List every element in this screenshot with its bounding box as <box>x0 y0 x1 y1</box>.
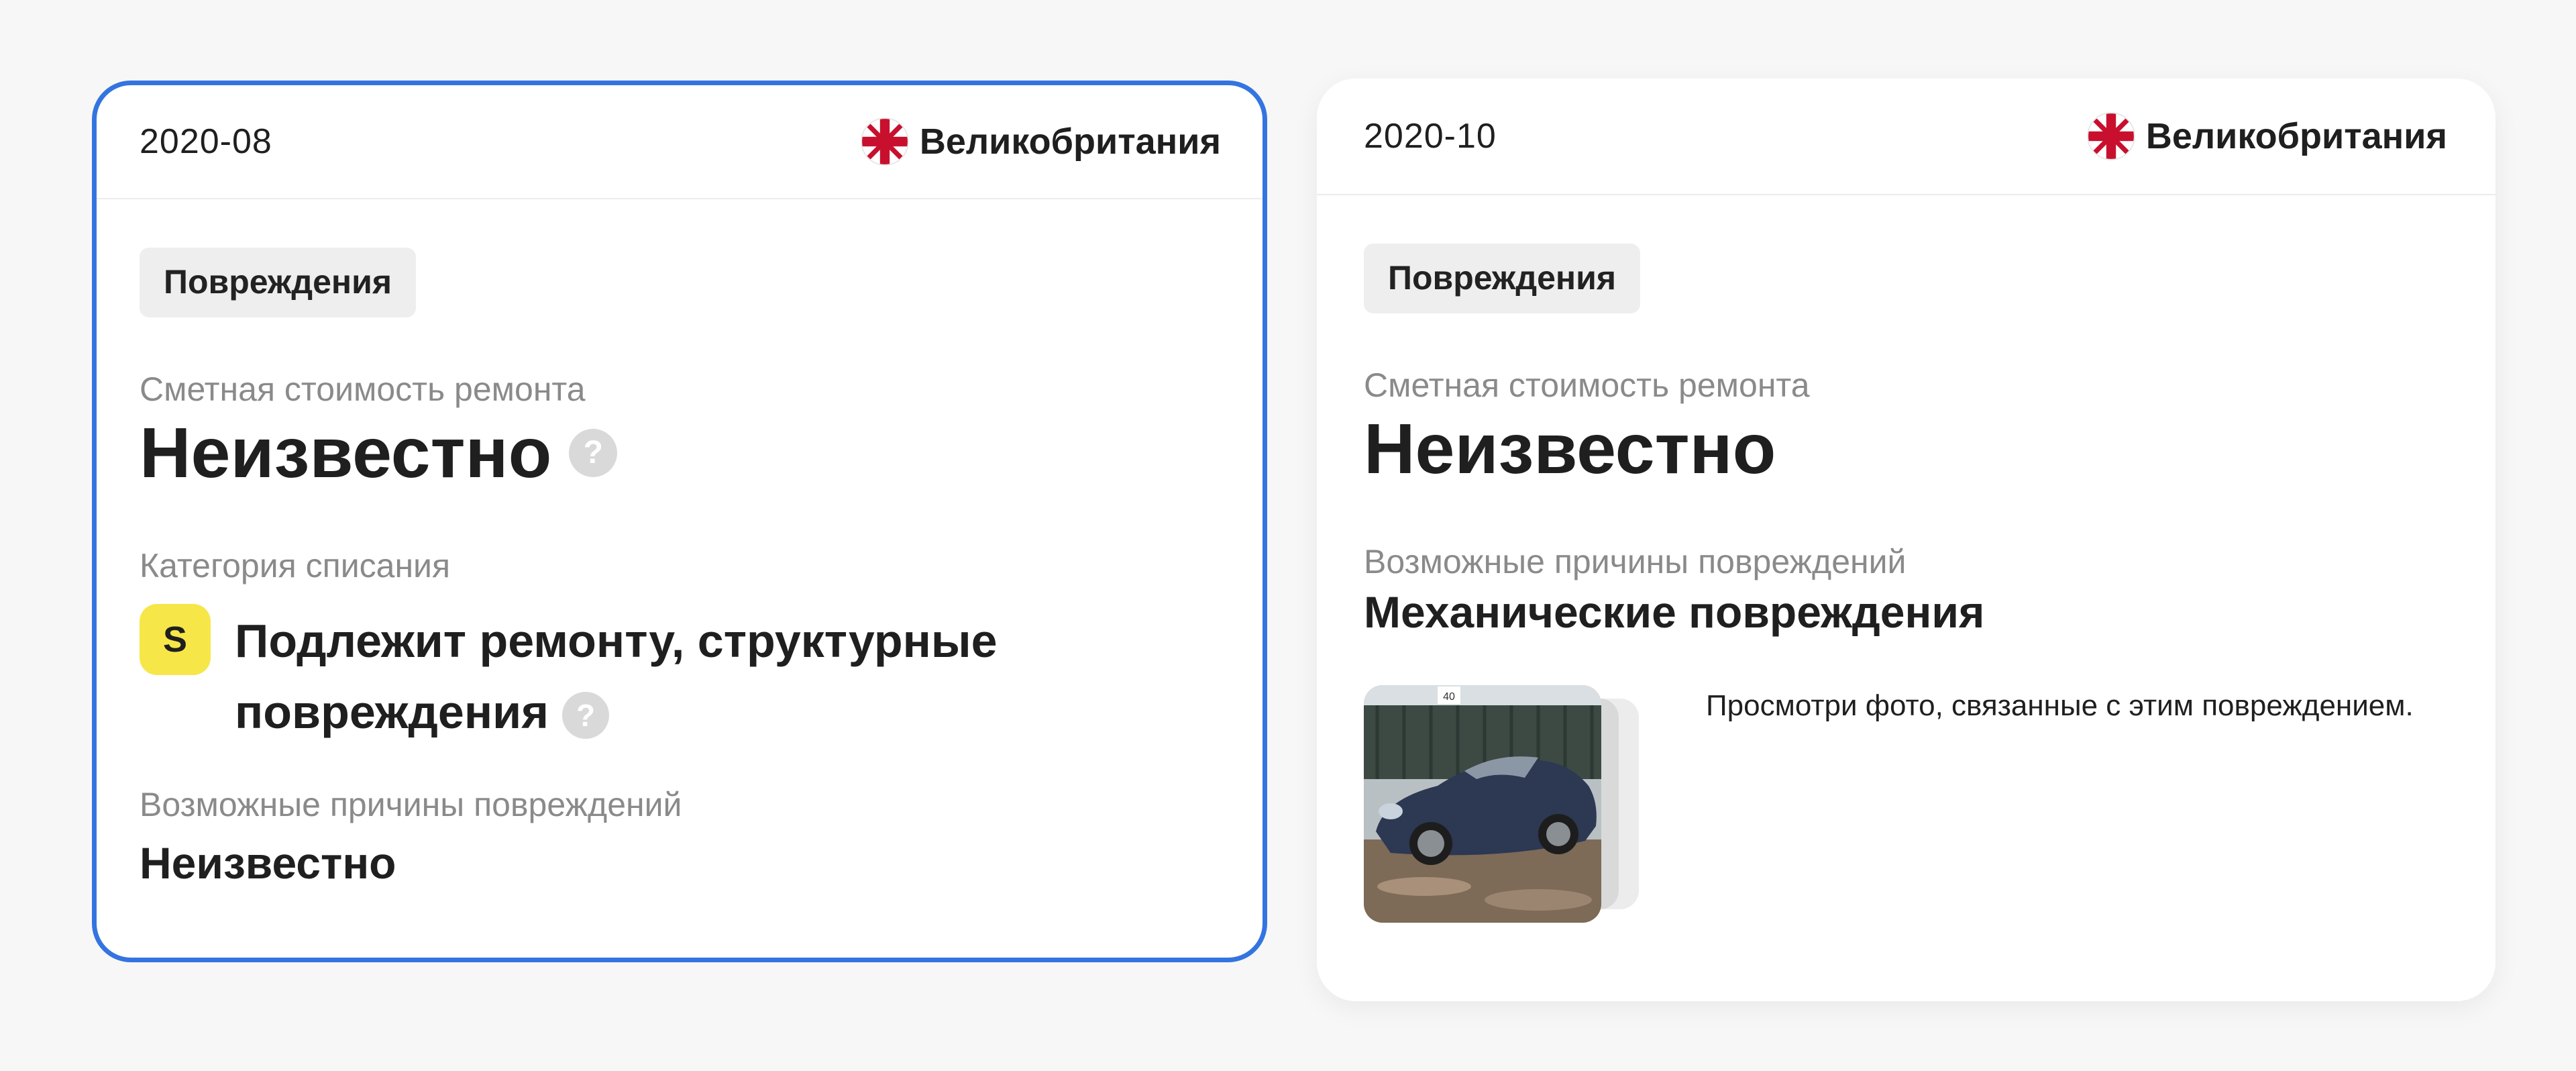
damage-photos: 40 Просмотри фото, связанные с этим повр… <box>1364 685 2449 923</box>
damage-chip: Повреждения <box>140 248 417 317</box>
damage-card-2020-08[interactable]: 2020-08 Великобритания Повреждения Сметн… <box>92 81 1267 962</box>
causes-label: Возможные причины повреждений <box>140 785 682 823</box>
repair-cost-value: Неизвестно ? <box>140 414 1220 493</box>
writeoff-category: S Подлежит ремонту, структурные поврежде… <box>140 603 1220 748</box>
damage-card-2020-10[interactable]: 2020-10 Великобритания Повреждения Сметн… <box>1317 79 2496 1001</box>
damage-chip: Повреждения <box>1364 244 1641 313</box>
card-header: 2020-10 Великобритания <box>1317 79 2496 195</box>
country: Великобритания <box>2087 112 2447 160</box>
question-circle-icon[interactable]: ? <box>569 429 618 478</box>
record-date: 2020-10 <box>1364 117 1497 156</box>
writeoff-badge: S <box>140 603 211 675</box>
causes-value: Неизвестно <box>140 837 396 888</box>
car-photo-thumbnail[interactable]: 40 <box>1364 685 1601 923</box>
country: Великобритания <box>861 117 1221 166</box>
writeoff-description: Подлежит ремонту, структурные повреждени… <box>235 605 998 748</box>
repair-cost-value: Неизвестно <box>1364 409 1776 489</box>
causes-value: Механические повреждения <box>1364 586 1985 637</box>
writeoff-label: Категория списания <box>140 546 451 584</box>
country-label: Великобритания <box>2145 116 2447 156</box>
causes-label: Возможные причины повреждений <box>1364 542 1907 580</box>
photo-sign-text: 40 <box>1443 691 1455 703</box>
card-header: 2020-08 Великобритания <box>97 85 1263 199</box>
writeoff-line-2: повреждения? <box>235 676 998 748</box>
writeoff-line-1: Подлежит ремонту, структурные <box>235 614 998 667</box>
photos-caption: Просмотри фото, связанные с этим поврежд… <box>1706 689 2414 723</box>
record-date: 2020-08 <box>140 122 272 161</box>
country-label: Великобритания <box>919 121 1221 162</box>
card-body: Повреждения Сметная стоимость ремонта Не… <box>1317 195 2496 923</box>
repair-cost-label: Сметная стоимость ремонта <box>1364 366 1810 404</box>
photo-stack[interactable]: 40 <box>1364 685 1639 923</box>
question-circle-icon[interactable]: ? <box>562 692 609 740</box>
card-body: Повреждения Сметная стоимость ремонта Не… <box>97 199 1263 892</box>
uk-flag-icon <box>861 117 909 166</box>
uk-flag-icon <box>2087 112 2135 160</box>
writeoff-line-2-text: повреждения <box>235 685 549 738</box>
repair-cost-text: Неизвестно <box>140 413 552 493</box>
repair-cost-label: Сметная стоимость ремонта <box>140 370 586 408</box>
